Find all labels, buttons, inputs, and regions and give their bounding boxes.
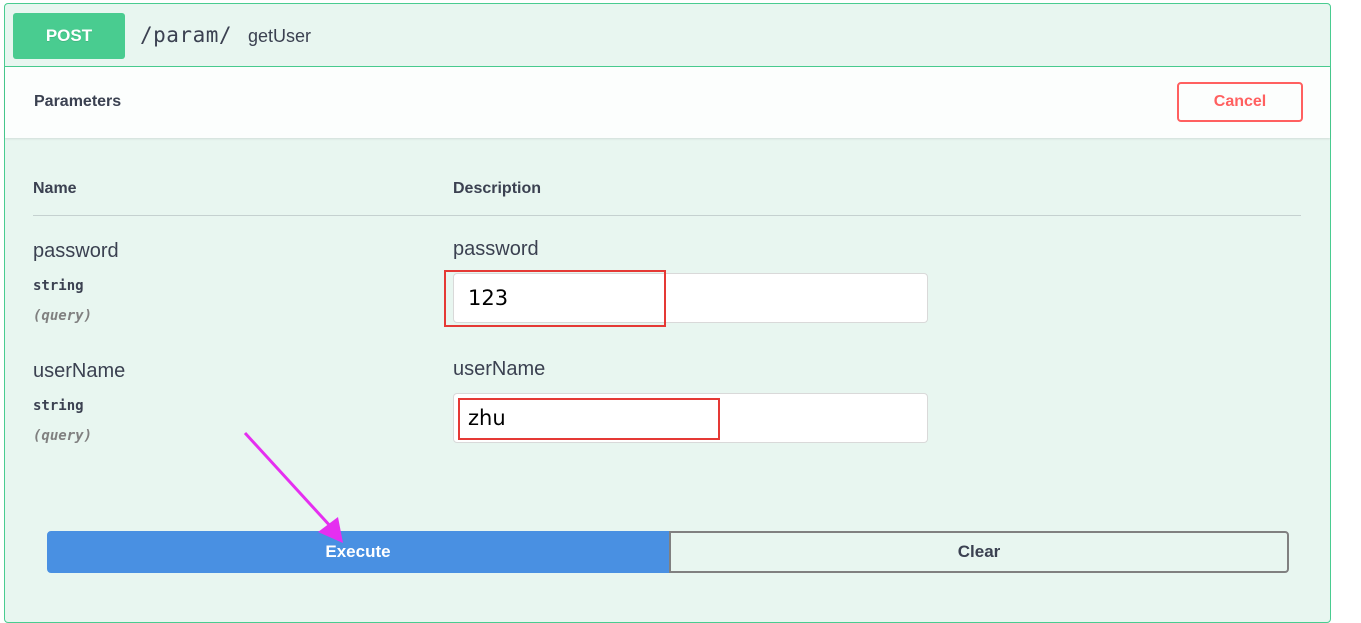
operation-summary[interactable]: POST /param/ getUser	[5, 4, 1330, 67]
clear-button[interactable]: Clear	[669, 531, 1289, 573]
param-name-password: password	[33, 240, 119, 262]
param-in-username: (query)	[33, 428, 93, 444]
operation-summary-text: getUser	[248, 26, 312, 46]
parameters-title: Parameters	[34, 93, 122, 110]
param-name-username: userName	[33, 360, 126, 382]
param-description-password: password	[453, 238, 539, 260]
param-type-username: string	[33, 398, 84, 414]
execute-wrapper: Execute Clear	[47, 531, 1289, 573]
execute-button[interactable]: Execute	[47, 531, 669, 573]
parameters-section-header: Parameters Cancel	[5, 67, 1330, 138]
param-description-username: userName	[453, 358, 546, 380]
method-badge: POST	[13, 13, 125, 59]
header-divider	[33, 215, 1301, 216]
cancel-button[interactable]: Cancel	[1177, 82, 1303, 122]
column-header-name: Name	[33, 180, 77, 197]
operation-path: /param/	[140, 23, 233, 47]
username-input[interactable]	[453, 393, 928, 443]
password-input[interactable]	[453, 273, 928, 323]
param-type-password: string	[33, 278, 84, 294]
column-header-description: Description	[453, 180, 542, 197]
param-in-password: (query)	[33, 308, 93, 324]
